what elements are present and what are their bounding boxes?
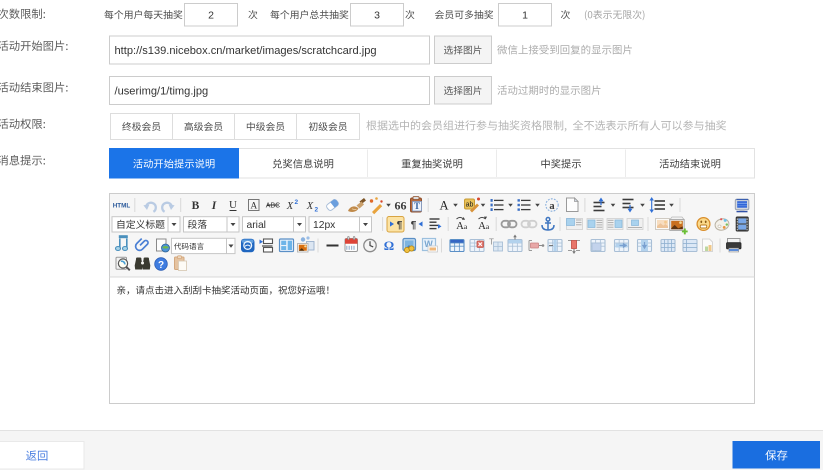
svg-text:U: U <box>229 199 237 211</box>
svg-text:2: 2 <box>295 199 299 206</box>
svg-text:Ω: Ω <box>384 238 394 253</box>
svg-text:66: 66 <box>395 199 407 213</box>
svg-text:ABC: ABC <box>266 203 280 210</box>
svg-text:I: I <box>211 200 217 212</box>
svg-text:?: ? <box>158 260 164 271</box>
svg-text:¶: ¶ <box>397 220 403 231</box>
svg-text:B: B <box>192 200 200 212</box>
svg-text:X: X <box>286 201 294 212</box>
svg-text:A: A <box>439 199 448 213</box>
svg-text:12px: 12px <box>313 220 336 231</box>
svg-text:/userimg/1/timg.jpg: /userimg/1/timg.jpg <box>115 85 209 97</box>
svg-text:ab: ab <box>466 202 474 209</box>
svg-text:HTML: HTML <box>113 203 131 210</box>
svg-text:3: 3 <box>374 10 380 22</box>
svg-text:1: 1 <box>522 10 528 22</box>
svg-text:2: 2 <box>315 207 319 214</box>
svg-text:2: 2 <box>208 10 214 22</box>
svg-text:T: T <box>414 201 420 211</box>
svg-text:X: X <box>306 201 314 212</box>
svg-text:¶: ¶ <box>411 220 417 231</box>
svg-text:a: a <box>549 201 555 212</box>
svg-text:A: A <box>250 202 257 212</box>
svg-text:http://s139.nicebox.cn/market/: http://s139.nicebox.cn/market/images/scr… <box>115 45 377 57</box>
svg-text:arial: arial <box>247 220 266 231</box>
